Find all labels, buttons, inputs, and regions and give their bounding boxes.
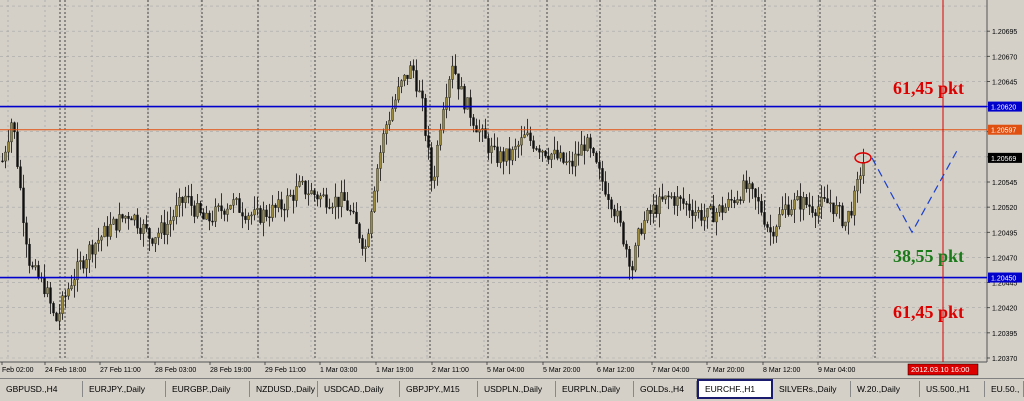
candle [229,204,232,210]
price-tick-label: 1.20395 [992,331,1017,338]
time-tick-label: 27 Feb 11:00 [100,367,141,374]
time-tick-label: 7 Mar 04:00 [652,367,689,374]
time-tick-label: 7 Mar 20:00 [707,367,744,374]
price-tick-label: 1.20495 [992,230,1017,237]
tab-silvers-daily[interactable]: SILVERs.,Daily [773,381,851,397]
candle [463,83,466,114]
tab-eurjpy-daily[interactable]: EURJPY.,Daily [83,381,166,397]
level-price-label: 1.20569 [991,156,1016,163]
time-tick-label: 28 Feb 03:00 [155,367,196,374]
tab-gbpusd-h4[interactable]: GBPUSD.,H4 [0,381,83,397]
annotation-text: 61,45 pkt [893,78,964,98]
annotation-text: 38,55 pkt [893,246,964,266]
time-tick-label: Feb 02:00 [2,367,34,374]
chart-tabs-bar: GBPUSD.,H4 EURJPY.,Daily EURGBP.,Daily NZDU… [0,378,1024,401]
price-tick-label: 1.20645 [992,79,1017,86]
price-tick-label: 1.20520 [992,205,1017,212]
candle [424,93,427,142]
chart-grid [0,0,988,363]
level-price-label: 1.20597 [991,128,1016,135]
time-tick-label: 5 Mar 20:00 [543,367,580,374]
price-chart[interactable]: 61,45 pkt 38,55 pkt 61,45 pkt 1.20695 1.206… [0,0,1024,378]
time-tick-label: 1 Mar 19:00 [376,367,413,374]
time-tick-label: 5 Mar 04:00 [487,367,524,374]
price-axis: 1.206951.206701.206451.206201.205951.205… [987,0,1024,363]
candle [841,202,844,229]
candle [634,242,637,273]
tab-w-20-daily[interactable]: W.20.,Daily [851,381,920,397]
tab-nzdusd-daily[interactable]: NZDUSD.,Daily [250,381,318,397]
price-tick-label: 1.20370 [992,356,1017,363]
tab-eurchf-h1[interactable]: EURCHF.,H1 [697,379,773,399]
tab-usdcad-daily[interactable]: USDCAD.,Daily [318,381,400,397]
time-tick-label: 6 Mar 12:00 [597,367,634,374]
candle [466,97,469,110]
annotation-text: 61,45 pkt [893,302,964,322]
time-tick-label: 24 Feb 18:00 [45,367,86,374]
tab-us-500-h1[interactable]: US.500.,H1 [920,381,985,397]
candle [595,151,598,164]
level-price-label: 1.20620 [991,105,1016,112]
candle [622,220,625,247]
tab-eu-50[interactable]: EU.50., [985,381,1024,397]
time-tick-label: 2 Mar 11:00 [432,367,469,374]
tab-eurpln-daily[interactable]: EURPLN.,Daily [556,381,634,397]
price-tick-label: 1.20470 [992,255,1017,262]
level-price-label: 1.20450 [991,276,1016,283]
time-tick-label: 9 Mar 04:00 [818,367,855,374]
price-tick-label: 1.20420 [992,306,1017,313]
cursor-time-label: 2012.03.10 16:00 [911,365,969,374]
tab-eurgbp-daily[interactable]: EURGBP.,Daily [166,381,250,397]
time-tick-label: 8 Mar 12:00 [763,367,800,374]
time-tick-label: 1 Mar 03:00 [320,367,357,374]
candle [259,205,262,225]
price-tick-label: 1.20695 [992,29,1017,36]
tab-usdpln-daily[interactable]: USDPLN.,Daily [478,381,556,397]
time-tick-label: 29 Feb 11:00 [265,367,306,374]
tab-golds-h4[interactable]: GOLDs.,H4 [634,381,697,397]
candle [55,311,58,322]
candle [562,151,565,165]
price-tick-label: 1.20670 [992,54,1017,61]
tab-gbpjpy-m15[interactable]: GBPJPY.,M15 [400,381,478,397]
time-tick-label: 28 Feb 19:00 [210,367,251,374]
price-tick-label: 1.20545 [992,180,1017,187]
